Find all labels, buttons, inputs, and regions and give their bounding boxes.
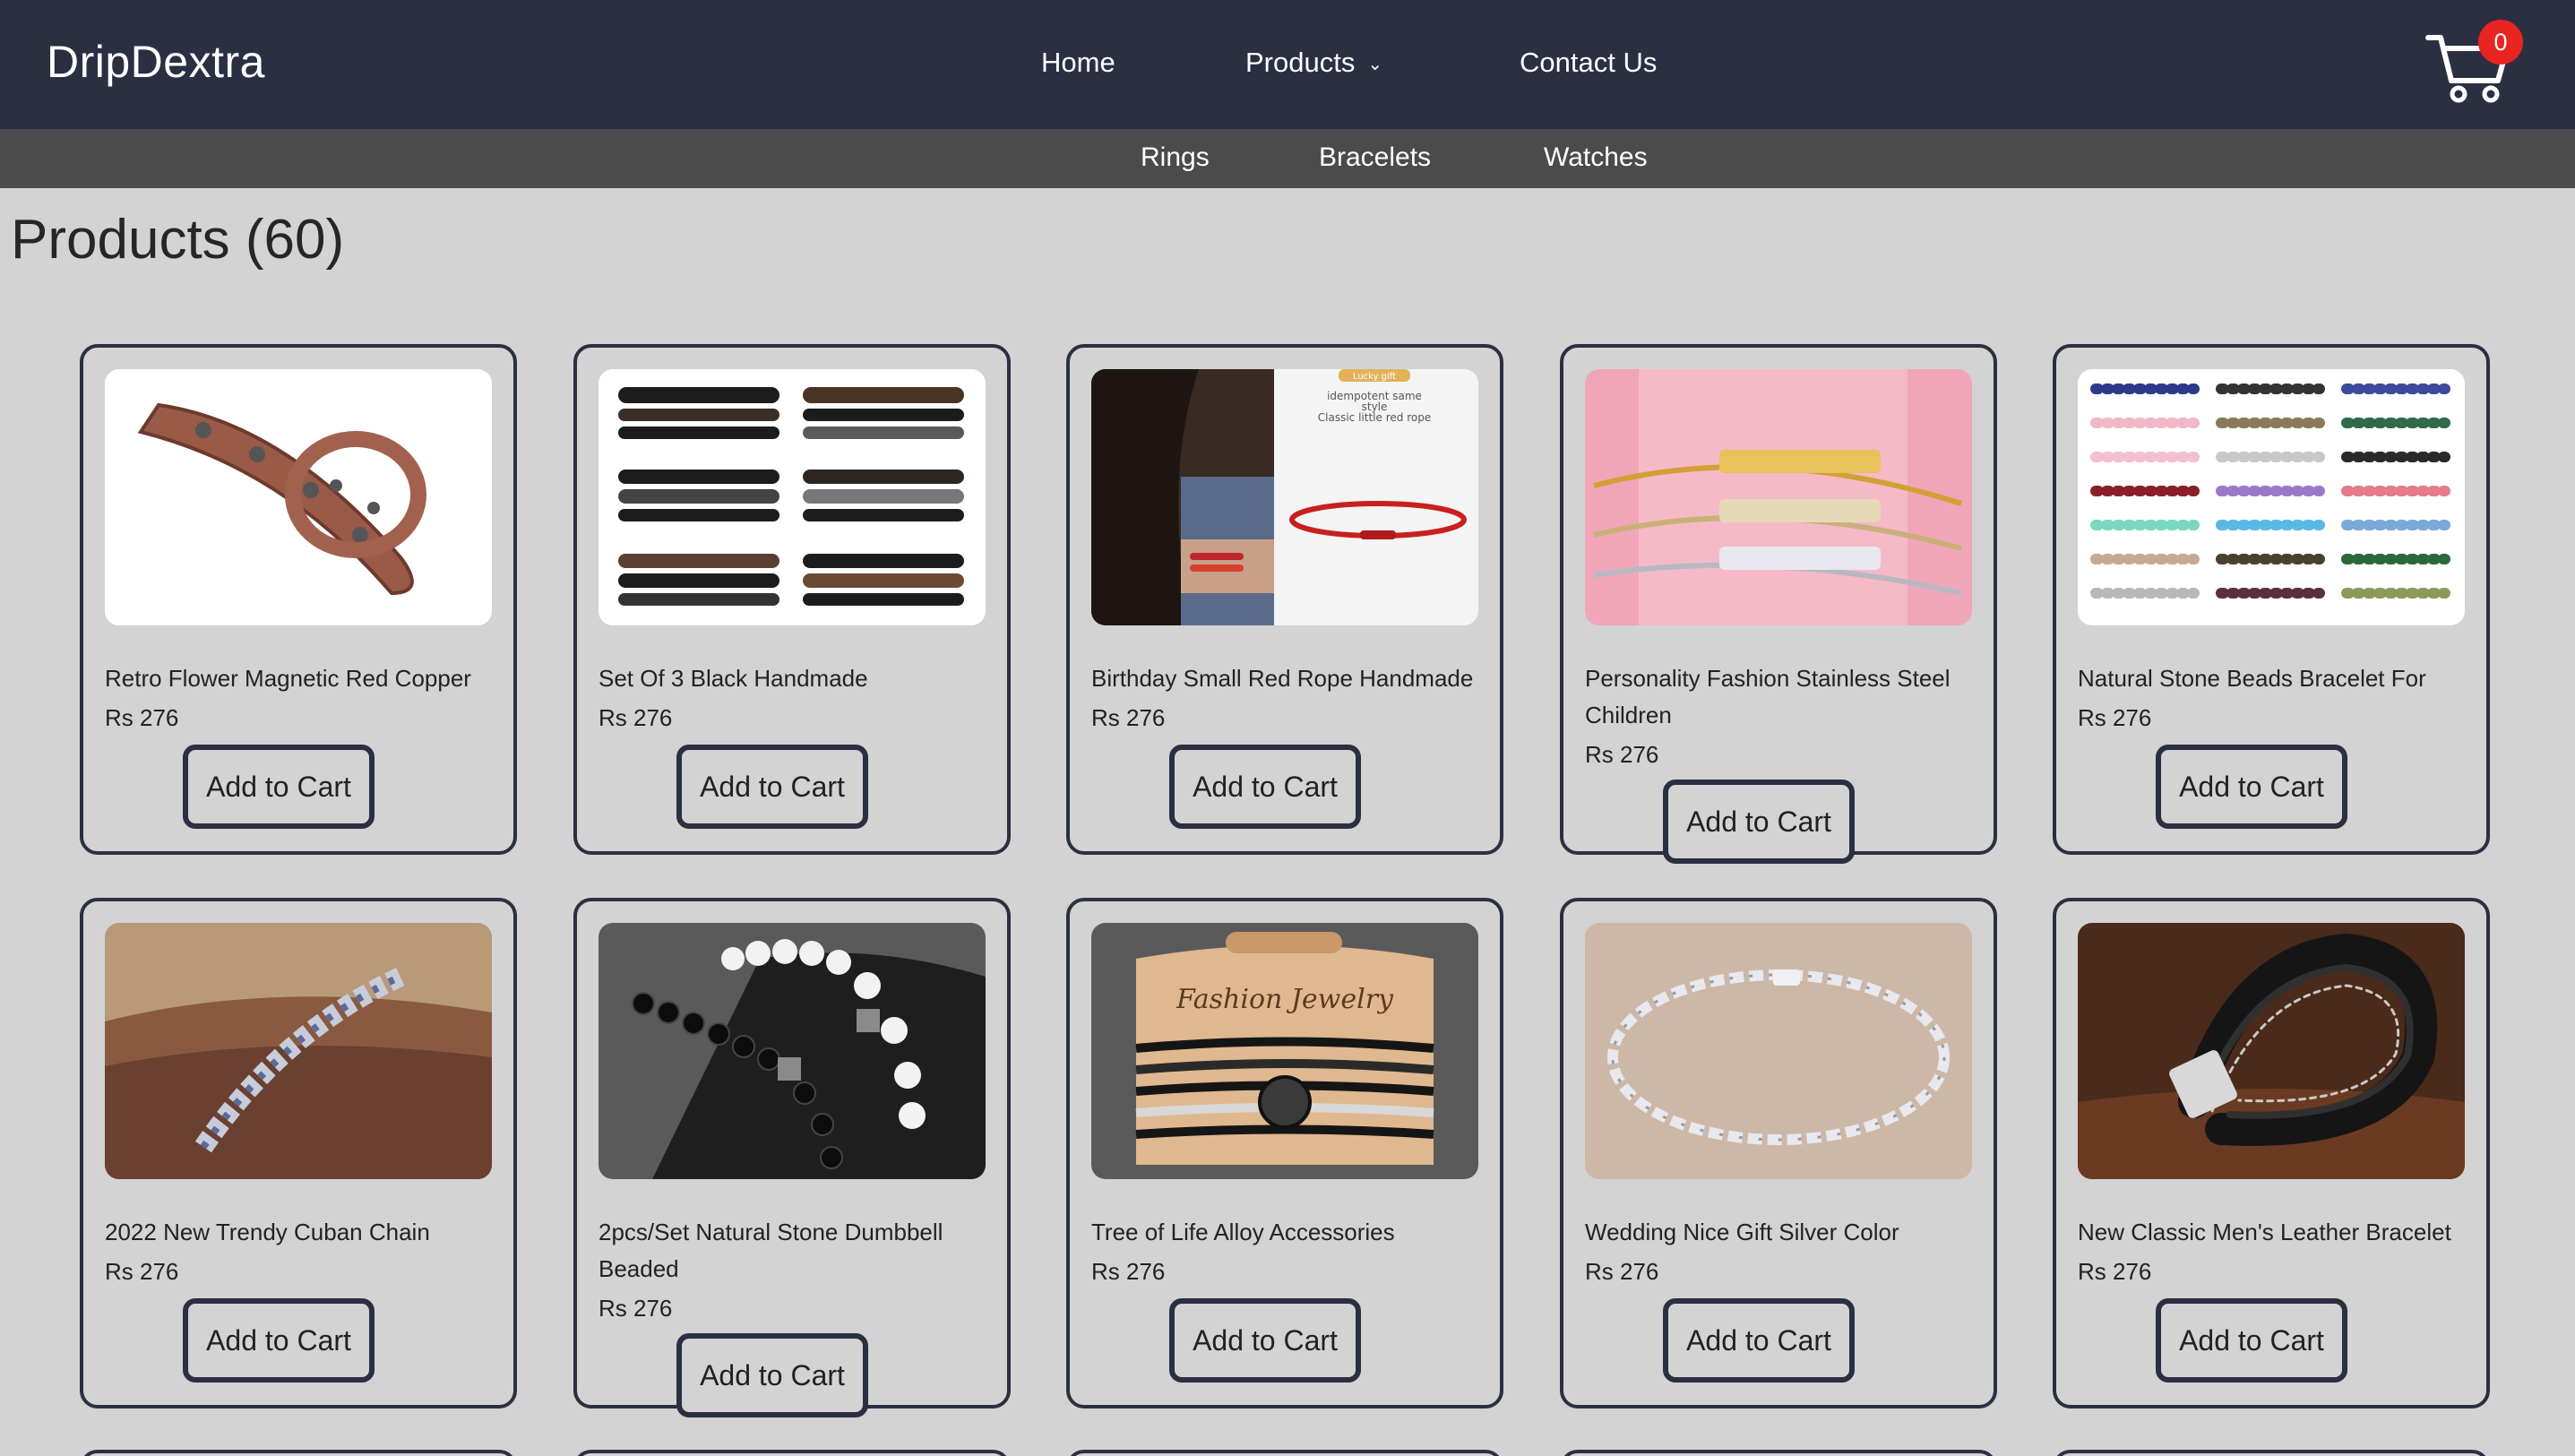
add-to-cart-button[interactable]: Add to Cart <box>1663 780 1855 864</box>
subnav-rings-link[interactable]: Rings <box>1141 142 1210 173</box>
product-image[interactable] <box>599 923 986 1179</box>
product-price: Rs 276 <box>2078 1258 2152 1285</box>
brand-logo[interactable]: DripDextra <box>47 36 265 88</box>
nav-home-link[interactable]: Home <box>1041 47 1115 79</box>
nav-contact-link[interactable]: Contact Us <box>1520 47 1657 79</box>
product-image[interactable] <box>105 369 492 625</box>
cart-button[interactable]: 0 <box>2424 20 2523 103</box>
product-card <box>80 1450 517 1456</box>
product-image[interactable]: Lucky gift idempotent same style Classic… <box>1091 369 1478 625</box>
add-to-cart-button[interactable]: Add to Cart <box>2156 1298 2347 1383</box>
product-price: Rs 276 <box>599 704 673 731</box>
product-image[interactable] <box>599 369 986 625</box>
product-name: 2022 New Trendy Cuban Chain <box>105 1219 430 1245</box>
product-name: Retro Flower Magnetic Red Copper <box>105 665 471 692</box>
product-image[interactable] <box>2078 923 2465 1179</box>
product-card: New Classic Men's Leather Bracelet Rs 27… <box>2053 898 2490 1409</box>
product-price: Rs 276 <box>105 1258 179 1285</box>
product-card: Retro Flower Magnetic Red Copper Rs 276 … <box>80 344 517 855</box>
add-to-cart-button[interactable]: Add to Cart <box>183 745 375 829</box>
add-to-cart-button[interactable]: Add to Cart <box>183 1298 375 1383</box>
product-card: 2022 New Trendy Cuban Chain Rs 276 Add t… <box>80 898 517 1409</box>
product-name: Tree of Life Alloy Accessories <box>1091 1219 1395 1245</box>
product-card <box>1560 1450 1997 1456</box>
add-to-cart-button[interactable]: Add to Cart <box>1169 745 1361 829</box>
product-card: Fashion Jewelry Tree of Life Alloy Acces… <box>1066 898 1503 1409</box>
image-card-label: Fashion Jewelry <box>1176 984 1394 1015</box>
subnav-bracelets-link[interactable]: Bracelets <box>1319 142 1431 173</box>
product-image[interactable] <box>2078 369 2465 625</box>
add-to-cart-button[interactable]: Add to Cart <box>1169 1298 1361 1383</box>
product-price: Rs 276 <box>1585 741 1659 768</box>
product-card: Personality Fashion Stainless Steel Chil… <box>1560 344 1997 864</box>
product-card <box>573 1450 1011 1456</box>
product-name: New Classic Men's Leather Bracelet <box>2078 1219 2451 1245</box>
product-image[interactable] <box>105 923 492 1179</box>
product-card: Wedding Nice Gift Silver Color Rs 276 Ad… <box>1560 898 1997 1409</box>
product-name: Set Of 3 Black Handmade <box>599 665 868 692</box>
product-image[interactable] <box>1585 369 1972 625</box>
add-to-cart-button[interactable]: Add to Cart <box>676 1333 868 1417</box>
product-name: Natural Stone Beads Bracelet For <box>2078 665 2426 692</box>
product-name: 2pcs/Set Natural Stone Dumbbell Beaded <box>599 1219 943 1282</box>
product-card <box>1066 1450 1503 1456</box>
add-to-cart-button[interactable]: Add to Cart <box>676 745 868 829</box>
product-card: Set Of 3 Black Handmade Rs 276 Add to Ca… <box>573 344 1011 855</box>
product-name: Personality Fashion Stainless Steel Chil… <box>1585 665 1951 728</box>
product-name: Birthday Small Red Rope Handmade <box>1091 665 1474 692</box>
product-price: Rs 276 <box>599 1295 673 1322</box>
product-card: Natural Stone Beads Bracelet For Rs 276 … <box>2053 344 2490 855</box>
nav-products-label: Products <box>1245 47 1356 78</box>
product-card: 2pcs/Set Natural Stone Dumbbell Beaded R… <box>573 898 1011 1417</box>
category-subnav: Rings Bracelets Watches <box>0 129 2575 188</box>
image-tag-text: Lucky gift <box>1353 372 1396 382</box>
add-to-cart-button[interactable]: Add to Cart <box>2156 745 2347 829</box>
product-card <box>2053 1450 2490 1456</box>
product-price: Rs 276 <box>2078 704 2152 731</box>
product-price: Rs 276 <box>1091 704 1166 731</box>
chevron-down-icon: ⌄ <box>1367 55 1383 75</box>
subnav-watches-link[interactable]: Watches <box>1544 142 1648 173</box>
product-image[interactable]: Fashion Jewelry <box>1091 923 1478 1179</box>
product-image[interactable] <box>1585 923 1972 1179</box>
product-price: Rs 276 <box>1091 1258 1166 1285</box>
add-to-cart-button[interactable]: Add to Cart <box>1663 1298 1855 1383</box>
product-price: Rs 276 <box>105 704 179 731</box>
top-navbar: DripDextra Home Products ⌄ Contact Us 0 <box>0 0 2575 129</box>
product-price: Rs 276 <box>1585 1258 1659 1285</box>
product-card: Lucky gift idempotent same style Classic… <box>1066 344 1503 855</box>
cart-count-badge: 0 <box>2478 20 2523 65</box>
nav-products-dropdown[interactable]: Products ⌄ <box>1245 47 1382 79</box>
page-title: Products (60) <box>11 209 345 271</box>
image-text-line3: Classic little red rope <box>1318 411 1431 424</box>
product-name: Wedding Nice Gift Silver Color <box>1585 1219 1899 1245</box>
